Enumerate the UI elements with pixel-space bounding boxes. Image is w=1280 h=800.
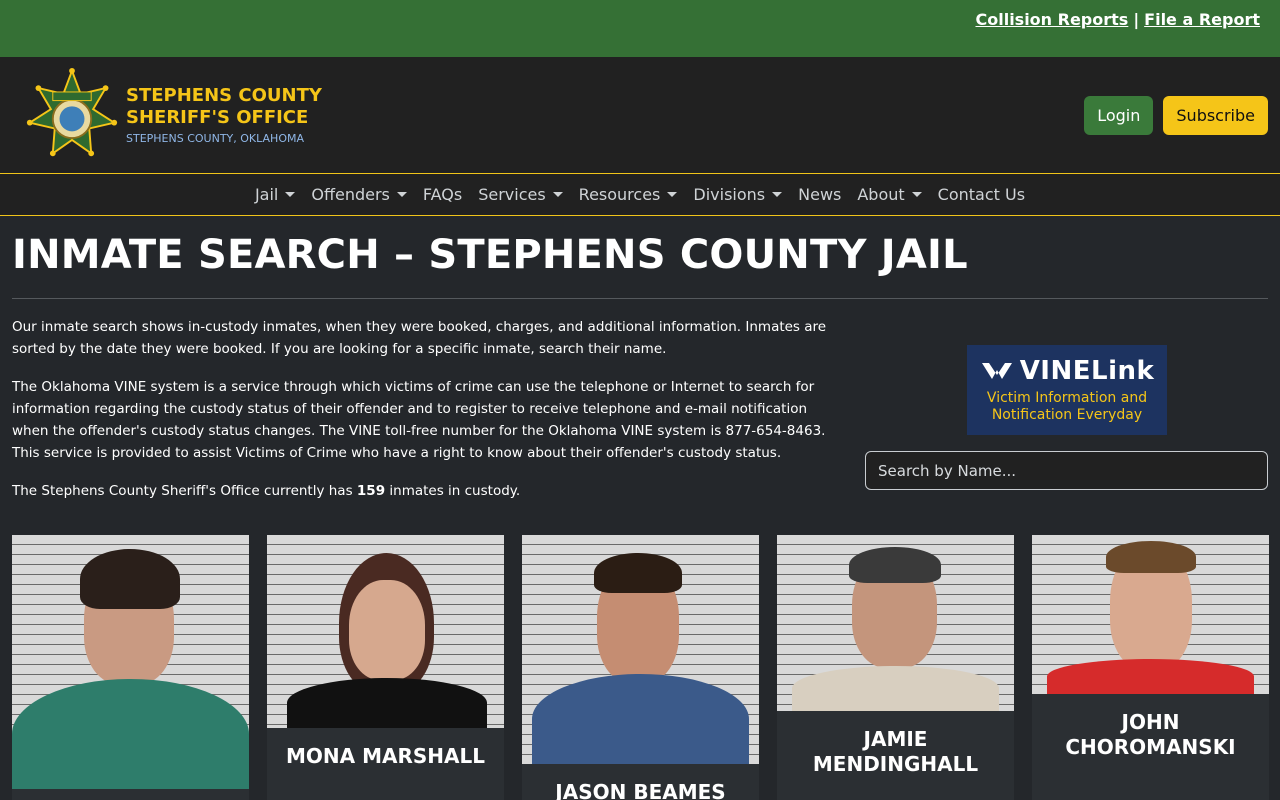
vinelink-tagline: Victim Information and Notification Ever… bbox=[987, 390, 1147, 424]
search-input[interactable] bbox=[865, 451, 1268, 490]
page-title: INMATE SEARCH – STEPHENS COUNTY JAIL bbox=[12, 232, 968, 278]
vinelink-logo-text: VINELink bbox=[1019, 356, 1155, 386]
utility-bar: Collision Reports | File a Report bbox=[0, 0, 1280, 57]
subscribe-button[interactable]: Subscribe bbox=[1163, 95, 1268, 135]
chevron-down-icon bbox=[911, 192, 922, 197]
title-divider bbox=[12, 298, 1268, 299]
nav-item-services[interactable]: Services bbox=[478, 185, 563, 204]
vinelink-banner[interactable]: VINELink Victim Information and Notifica… bbox=[967, 345, 1167, 435]
collision-reports-link[interactable]: Collision Reports bbox=[975, 10, 1128, 29]
chevron-down-icon bbox=[552, 192, 563, 197]
inmate-card[interactable]: JAMIE MENDINGHALL bbox=[777, 535, 1014, 800]
nav-item-about[interactable]: About bbox=[857, 185, 922, 204]
mugshot-hair bbox=[1106, 541, 1196, 573]
main-nav: Jail Offenders FAQs Services Resources D… bbox=[0, 174, 1280, 216]
nav-item-news[interactable]: News bbox=[798, 185, 841, 204]
intro-paragraph-1: Our inmate search shows in-custody inmat… bbox=[12, 319, 827, 357]
chevron-down-icon bbox=[285, 192, 296, 197]
nav-label: Resources bbox=[578, 185, 661, 204]
site-header: STEPHENS COUNTY SHERIFF'S OFFICE STEPHEN… bbox=[0, 57, 1280, 174]
nav-item-divisions[interactable]: Divisions bbox=[693, 185, 783, 204]
mugshot-shirt bbox=[532, 674, 749, 764]
mugshot-shirt bbox=[287, 678, 487, 728]
chevron-down-icon bbox=[396, 192, 407, 197]
inmate-card[interactable] bbox=[12, 535, 249, 800]
intro-paragraph-2: The Oklahoma VINE system is a service th… bbox=[12, 379, 826, 461]
inmate-card[interactable]: MONA MARSHALL bbox=[267, 535, 504, 800]
count-text-after: inmates in custody. bbox=[385, 483, 521, 499]
sheriff-star-badge-icon bbox=[26, 67, 118, 157]
brand-line-3: STEPHENS COUNTY, OKLAHOMA bbox=[126, 132, 304, 145]
file-a-report-link[interactable]: File a Report bbox=[1144, 10, 1260, 29]
mugshot-photo bbox=[267, 535, 504, 728]
inmate-card[interactable]: JOHN CHOROMANSKI bbox=[1032, 535, 1269, 800]
link-separator: | bbox=[1133, 10, 1140, 29]
nav-item-offenders[interactable]: Offenders bbox=[311, 185, 407, 204]
site-brand[interactable]: STEPHENS COUNTY SHERIFF'S OFFICE STEPHEN… bbox=[24, 67, 322, 163]
vinelink-logo: VINELink bbox=[980, 356, 1155, 386]
intro-text: Our inmate search shows in-custody inmat… bbox=[12, 316, 832, 518]
inmate-count: 159 bbox=[356, 483, 386, 499]
nav-label: Jail bbox=[254, 185, 279, 204]
vinelink-tagline-2: Notification Everyday bbox=[991, 407, 1143, 423]
nav-label: FAQs bbox=[422, 185, 463, 204]
brand-line-1: STEPHENS COUNTY bbox=[126, 85, 322, 106]
mugshot-photo bbox=[522, 535, 759, 764]
nav-label: Divisions bbox=[693, 185, 766, 204]
mugshot-photo bbox=[1032, 535, 1269, 694]
mugshot-shirt bbox=[1047, 659, 1254, 694]
count-text-before: The Stephens County Sheriff's Office cur… bbox=[12, 483, 357, 499]
nav-label: Offenders bbox=[311, 185, 390, 204]
chevron-down-icon bbox=[772, 192, 783, 197]
nav-label: News bbox=[798, 185, 842, 204]
mugshot-hair bbox=[594, 553, 682, 593]
mugshot-hair bbox=[80, 549, 180, 609]
nav-item-faqs[interactable]: FAQs bbox=[423, 185, 462, 204]
nav-label: Contact Us bbox=[937, 185, 1026, 204]
intro-paragraph-3: The Stephens County Sheriff's Office cur… bbox=[12, 480, 832, 502]
inmate-name: JAMIE MENDINGHALL bbox=[812, 727, 979, 776]
inmate-grid: MONA MARSHALL JASON BEAMES JAMIE MENDING… bbox=[12, 535, 1269, 800]
mugshot-head bbox=[349, 580, 425, 680]
chevron-down-icon bbox=[667, 192, 678, 197]
vinelink-tagline-1: Victim Information and bbox=[986, 390, 1148, 406]
inmate-name: JASON BEAMES bbox=[555, 780, 726, 800]
mugshot-photo bbox=[777, 535, 1014, 711]
nav-item-jail[interactable]: Jail bbox=[254, 185, 296, 204]
mugshot-photo bbox=[12, 535, 249, 789]
nav-item-contact-us[interactable]: Contact Us bbox=[938, 185, 1025, 204]
inmate-name: JOHN CHOROMANSKI bbox=[1065, 710, 1236, 759]
mugshot-shirt bbox=[12, 679, 249, 789]
mugshot-hair bbox=[849, 547, 941, 583]
login-button[interactable]: Login bbox=[1084, 95, 1154, 135]
nav-label: About bbox=[857, 185, 905, 204]
vine-leaf-icon bbox=[981, 363, 1012, 379]
nav-item-resources[interactable]: Resources bbox=[579, 185, 678, 204]
brand-line-2: SHERIFF'S OFFICE bbox=[126, 107, 309, 128]
nav-label: Services bbox=[478, 185, 546, 204]
mugshot-shirt bbox=[792, 666, 999, 711]
header-actions: Login Subscribe bbox=[1084, 95, 1268, 135]
inmate-card[interactable]: JASON BEAMES bbox=[522, 535, 759, 800]
inmate-name: MONA MARSHALL bbox=[286, 744, 485, 768]
